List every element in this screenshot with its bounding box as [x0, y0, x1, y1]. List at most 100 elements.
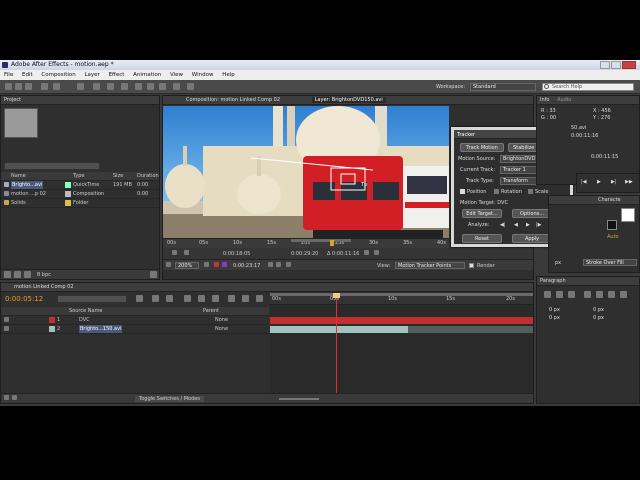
menu-window[interactable]: Window	[192, 72, 214, 78]
menu-animation[interactable]: Animation	[133, 72, 161, 78]
comp-mini-flowchart-icon[interactable]	[136, 295, 143, 302]
footage-frame[interactable]: Tp	[163, 106, 449, 238]
overlay-edit-icon[interactable]	[374, 250, 379, 255]
paragraph-tab[interactable]: Paragraph	[540, 278, 566, 284]
hand-tool-icon[interactable]	[15, 83, 22, 90]
work-area-bar[interactable]	[270, 293, 533, 296]
maximize-button[interactable]	[611, 61, 621, 69]
bit-depth-label[interactable]: 8 bpc	[37, 272, 51, 278]
play-icon[interactable]: ▶	[597, 179, 601, 185]
trash-icon[interactable]	[150, 271, 157, 278]
timeline-current-time[interactable]: 0:00:05:12	[5, 295, 43, 303]
new-folder-icon[interactable]	[14, 271, 21, 278]
selection-tool-icon[interactable]	[5, 83, 12, 90]
zoom-tool-icon[interactable]	[25, 83, 32, 90]
brush-tool-icon[interactable]	[135, 83, 142, 90]
motion-blur-icon[interactable]	[212, 295, 219, 302]
character-tab[interactable]: Characte	[598, 197, 621, 203]
track-motion-button[interactable]: Track Motion	[460, 143, 504, 152]
edit-target-button[interactable]: Edit Target...	[462, 209, 502, 218]
current-time-indicator[interactable]	[336, 293, 337, 393]
next-frame-icon[interactable]: ▶|	[611, 179, 617, 185]
workspace-select[interactable]: Standard	[470, 83, 536, 91]
roto-brush-tool-icon[interactable]	[173, 83, 180, 90]
out-point-time[interactable]: 0:00:29:20	[291, 251, 318, 257]
analyze-back-frame-icon[interactable]: ◀|	[500, 222, 506, 228]
align-left-icon[interactable]	[544, 291, 551, 298]
analyze-forward-icon[interactable]: ▶	[526, 222, 530, 228]
justify-left-icon[interactable]	[584, 291, 591, 298]
first-line-indent-value[interactable]: 0 px	[549, 315, 560, 321]
snapshot-icon[interactable]	[268, 262, 273, 267]
project-item[interactable]: Brighto...avi QuickTime 191 MB 0:00	[1, 181, 159, 190]
menu-effect[interactable]: Effect	[109, 72, 125, 78]
draft-3d-icon[interactable]	[166, 295, 173, 302]
in-point-time[interactable]: 0:00:18:05	[223, 251, 250, 257]
col-duration-header[interactable]: Duration	[137, 172, 159, 180]
first-frame-icon[interactable]: |◀	[581, 179, 587, 185]
new-composition-icon[interactable]	[24, 271, 31, 278]
safe-zones-icon[interactable]	[204, 262, 209, 267]
mask-tool-icon[interactable]	[93, 83, 100, 90]
pen-tool-icon[interactable]	[107, 83, 114, 90]
auto-keyframe-icon[interactable]	[242, 295, 249, 302]
timeline-tab[interactable]: motion Linked Comp 02	[14, 284, 74, 290]
eraser-tool-icon[interactable]	[159, 83, 166, 90]
current-time-indicator[interactable]	[330, 240, 334, 246]
col-name-header[interactable]: Name	[11, 172, 26, 180]
analyze-backward-icon[interactable]: ◀	[514, 222, 518, 228]
align-center-icon[interactable]	[556, 291, 563, 298]
menu-layer[interactable]: Layer	[84, 72, 99, 78]
region-of-interest-icon[interactable]	[286, 262, 291, 267]
toggle-switches-modes[interactable]: Toggle Switches / Modes	[135, 396, 204, 402]
puppet-tool-icon[interactable]	[187, 83, 194, 90]
live-update-icon[interactable]	[152, 295, 159, 302]
magnification-select[interactable]: 200%	[175, 262, 199, 269]
tracker-tab[interactable]: Tracker	[457, 132, 475, 138]
viewer-time-ruler[interactable]: 00s 05s 10s 15s 20s 25s 30s 35s 40s	[163, 238, 449, 248]
interpret-footage-icon[interactable]	[4, 271, 11, 278]
frame-blending-icon[interactable]	[198, 295, 205, 302]
layer-row[interactable]: 2 Brighto...150.avi None	[1, 325, 269, 334]
view-select[interactable]: Motion Tracker Points	[395, 262, 465, 269]
align-right-icon[interactable]	[568, 291, 575, 298]
pan-behind-tool-icon[interactable]	[77, 83, 84, 90]
info-tab[interactable]: Info	[540, 97, 549, 103]
rotation-checkbox[interactable]	[494, 189, 499, 194]
type-tool-icon[interactable]	[121, 83, 128, 90]
fill-color-swatch[interactable]	[621, 208, 635, 222]
justify-all-icon[interactable]	[620, 291, 627, 298]
layer-row[interactable]: 1 DVC None	[1, 316, 269, 325]
analyze-forward-frame-icon[interactable]: |▶	[536, 222, 542, 228]
parent-select[interactable]: None	[215, 325, 228, 333]
menu-help[interactable]: Help	[222, 72, 235, 78]
layer-tab[interactable]: Layer: BrightonDVD150.avi	[311, 97, 386, 103]
stroke-style-select[interactable]: Stroke Over Fill	[583, 259, 637, 266]
audio-tab[interactable]: Audio	[557, 97, 571, 103]
minimize-button[interactable]	[600, 61, 610, 69]
indent-right-value[interactable]: 0 px	[593, 307, 604, 313]
visibility-icon[interactable]	[4, 317, 9, 322]
trim-in-icon[interactable]	[172, 250, 177, 255]
layer-switches-icon[interactable]	[4, 395, 9, 400]
zoom-slider[interactable]	[279, 398, 319, 400]
position-checkbox[interactable]	[460, 189, 465, 194]
trim-out-icon[interactable]	[184, 250, 189, 255]
composition-tab[interactable]: Composition: motion Linked Comp 02	[186, 97, 280, 103]
project-tab[interactable]: Project	[4, 97, 21, 103]
layer-bar-footage[interactable]	[270, 326, 408, 333]
graph-editor-icon[interactable]	[256, 295, 263, 302]
alpha-icon[interactable]	[222, 262, 227, 267]
parent-select[interactable]: None	[215, 316, 228, 324]
time-graph[interactable]: 00s 05s 10s 15s 20s	[270, 293, 533, 393]
layer-bar-dvc[interactable]	[270, 317, 533, 324]
color-channel-icon[interactable]	[214, 262, 219, 267]
ripple-insert-icon[interactable]	[364, 250, 369, 255]
show-snapshot-icon[interactable]	[276, 262, 281, 267]
scale-checkbox[interactable]	[528, 189, 533, 194]
space-after-value[interactable]: 0 px	[593, 315, 604, 321]
apply-button[interactable]: Apply	[512, 234, 552, 243]
visibility-icon[interactable]	[4, 326, 9, 331]
reset-button[interactable]: Reset	[462, 234, 502, 243]
render-checkbox[interactable]	[469, 263, 474, 268]
